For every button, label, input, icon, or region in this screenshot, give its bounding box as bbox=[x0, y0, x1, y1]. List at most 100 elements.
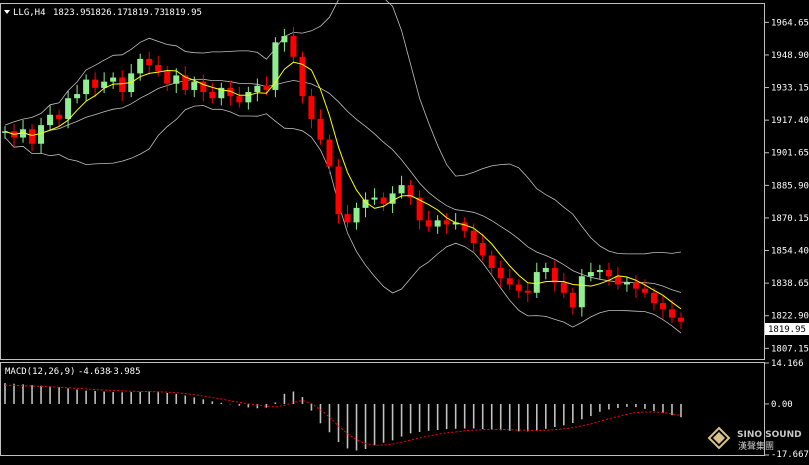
candle-body bbox=[678, 317, 684, 322]
candle-body bbox=[668, 309, 675, 318]
candle-body bbox=[614, 276, 621, 285]
candle bbox=[245, 86, 252, 110]
candle bbox=[632, 275, 639, 298]
bollinger-upper-band bbox=[4, 0, 682, 255]
candle-body bbox=[92, 79, 99, 88]
current-price-label: 1819.95 bbox=[768, 325, 806, 335]
candle bbox=[47, 105, 54, 131]
candle-body bbox=[74, 94, 81, 99]
candle-body bbox=[308, 96, 315, 119]
candlestick-series bbox=[2, 26, 684, 329]
candle bbox=[434, 215, 441, 234]
price-tick-label: 1838.65 bbox=[771, 279, 809, 289]
candle-body bbox=[560, 282, 567, 293]
macd-histogram bbox=[4, 383, 682, 451]
macd-tick-label: 0.00 bbox=[771, 400, 793, 410]
candle bbox=[362, 192, 369, 218]
candle bbox=[614, 266, 621, 290]
candle-body bbox=[83, 79, 90, 95]
candle bbox=[578, 268, 585, 317]
price-tick-label: 1870.15 bbox=[771, 214, 809, 224]
candle-body bbox=[209, 92, 216, 99]
candle bbox=[569, 287, 576, 315]
price-axis: 1964.65 1948.90 1933.15 1917.40 1901.65 1885.… bbox=[765, 18, 809, 354]
candle bbox=[488, 250, 495, 276]
candle bbox=[344, 204, 351, 228]
candle bbox=[155, 55, 162, 77]
diamond-logo-icon bbox=[707, 426, 731, 450]
price-tick-label: 1964.65 bbox=[771, 18, 809, 28]
candle-body bbox=[380, 197, 387, 204]
candle bbox=[398, 175, 405, 199]
candle bbox=[227, 80, 234, 106]
candle-body bbox=[596, 270, 603, 273]
candle bbox=[20, 119, 27, 143]
candle bbox=[596, 264, 603, 280]
candle-body bbox=[326, 139, 333, 167]
candle-body bbox=[587, 272, 594, 277]
macd-tick-label: -17.667 bbox=[771, 450, 809, 460]
candle-body bbox=[191, 81, 198, 90]
candle bbox=[182, 66, 189, 96]
candle-body bbox=[137, 58, 144, 74]
candle bbox=[353, 202, 360, 230]
candle bbox=[290, 26, 297, 62]
candle-body bbox=[506, 278, 513, 285]
chart-window[interactable]: 1964.65 1948.90 1933.15 1917.40 1901.65 1885.… bbox=[0, 0, 809, 461]
price-tick-label: 1901.65 bbox=[771, 149, 809, 159]
candle bbox=[218, 82, 225, 106]
macd-tick-label: 14.166 bbox=[771, 359, 804, 369]
candle-body bbox=[119, 77, 126, 92]
candle-body bbox=[533, 272, 540, 293]
candle-body bbox=[146, 58, 153, 66]
candle bbox=[74, 84, 81, 104]
candle bbox=[416, 190, 423, 230]
candle-body bbox=[479, 243, 486, 256]
triangle-down-icon[interactable] bbox=[4, 10, 10, 14]
price-tick-label: 1807.15 bbox=[771, 344, 809, 354]
candle-body bbox=[245, 92, 252, 103]
watermark-sub: 漢聲集團 bbox=[738, 440, 774, 452]
price-tick-label: 1885.90 bbox=[771, 181, 809, 191]
candle bbox=[678, 312, 684, 329]
moving-average bbox=[4, 61, 682, 310]
candle bbox=[587, 262, 594, 282]
candle-body bbox=[254, 85, 261, 92]
candle bbox=[371, 188, 378, 205]
price-tick-label: 1933.15 bbox=[771, 84, 809, 94]
candle bbox=[461, 217, 468, 238]
bollinger-middle-band bbox=[4, 78, 682, 293]
candle bbox=[83, 74, 90, 102]
candle-body bbox=[29, 129, 36, 144]
price-pane-frame bbox=[0, 3, 765, 360]
candle bbox=[56, 109, 63, 127]
candle bbox=[38, 117, 45, 154]
candle-body bbox=[434, 220, 441, 227]
price-tick-label: 1822.90 bbox=[771, 312, 809, 322]
candle-body bbox=[281, 36, 288, 43]
candle-body bbox=[650, 292, 657, 304]
candle-body bbox=[632, 282, 639, 289]
price-tick-label: 1948.90 bbox=[771, 51, 809, 61]
candle-body bbox=[470, 230, 477, 244]
candle-body bbox=[56, 114, 63, 119]
candle bbox=[623, 277, 630, 292]
close-value: 1819.95 bbox=[164, 8, 202, 18]
signal-line bbox=[4, 384, 682, 446]
chart-canvas[interactable]: 1964.65 1948.90 1933.15 1917.40 1901.65 1885.… bbox=[0, 0, 809, 461]
candle bbox=[506, 268, 513, 290]
candle-body bbox=[398, 185, 405, 194]
candle-body bbox=[371, 197, 378, 200]
open-value: 1823.95 bbox=[53, 8, 91, 18]
candle bbox=[524, 283, 531, 303]
candle-body bbox=[497, 267, 504, 279]
watermark-brand: SINO SOUND bbox=[737, 430, 802, 440]
candle bbox=[425, 211, 432, 232]
candle bbox=[380, 192, 387, 212]
candle bbox=[659, 295, 666, 319]
candle-body bbox=[335, 166, 342, 215]
candle bbox=[11, 124, 18, 147]
macd-main-value: -4.638 bbox=[78, 367, 111, 377]
candle bbox=[551, 260, 558, 292]
macd-signal-value: -3.985 bbox=[108, 367, 141, 377]
